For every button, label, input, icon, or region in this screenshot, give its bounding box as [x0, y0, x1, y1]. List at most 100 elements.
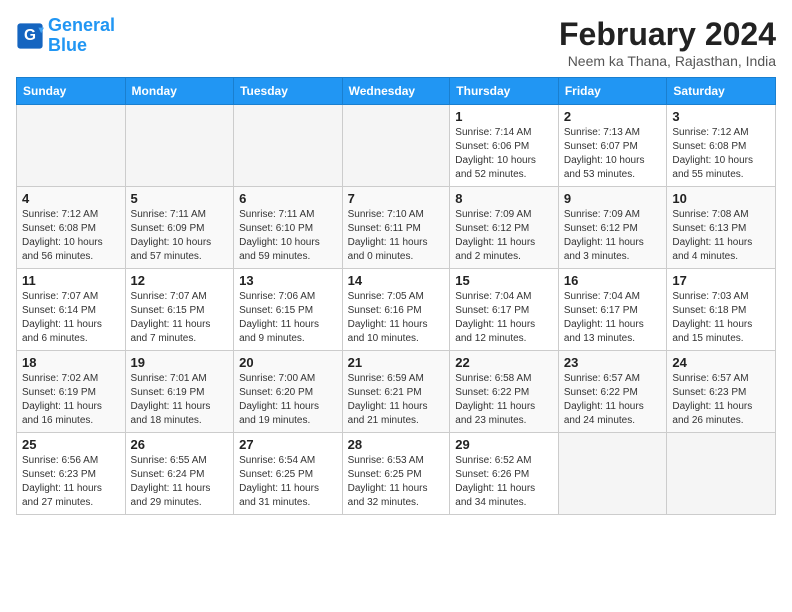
- day-info: Sunrise: 7:00 AM Sunset: 6:20 PM Dayligh…: [239, 372, 337, 428]
- day-number: 29: [455, 437, 553, 452]
- day-number: 24: [672, 355, 770, 370]
- header-day: Thursday: [450, 78, 559, 105]
- day-number: 7: [348, 191, 445, 206]
- logo: G General Blue: [16, 16, 115, 56]
- calendar-cell: [667, 433, 776, 515]
- day-number: 15: [455, 273, 553, 288]
- calendar-cell: 8 Sunrise: 7:09 AM Sunset: 6:12 PM Daylig…: [450, 187, 559, 269]
- header-day: Wednesday: [342, 78, 450, 105]
- calendar-week-row: 18 Sunrise: 7:02 AM Sunset: 6:19 PM Dayli…: [17, 351, 776, 433]
- day-number: 20: [239, 355, 337, 370]
- calendar-cell: 23Sunrise: 6:57 AM Sunset: 6:22 PM Dayli…: [558, 351, 667, 433]
- calendar-header: SundayMondayTuesdayWednesdayThursdayFrid…: [17, 78, 776, 105]
- day-info: Sunrise: 7:05 AM Sunset: 6:16 PM Dayligh…: [348, 290, 445, 346]
- day-number: 6: [239, 191, 337, 206]
- calendar-cell: 1 Sunrise: 7:14 AM Sunset: 6:06 PM Daylig…: [450, 105, 559, 187]
- day-info: Sunrise: 6:52 AM Sunset: 6:26 PM Dayligh…: [455, 454, 553, 510]
- day-number: 5: [131, 191, 229, 206]
- day-number: 10: [672, 191, 770, 206]
- day-info: Sunrise: 7:04 AM Sunset: 6:17 PM Dayligh…: [455, 290, 553, 346]
- day-number: 16: [564, 273, 662, 288]
- calendar-cell: 20 Sunrise: 7:00 AM Sunset: 6:20 PM Dayli…: [234, 351, 343, 433]
- day-number: 26: [131, 437, 229, 452]
- day-info: Sunrise: 7:06 AM Sunset: 6:15 PM Dayligh…: [239, 290, 337, 346]
- header-row: SundayMondayTuesdayWednesdayThursdayFrid…: [17, 78, 776, 105]
- calendar-cell: 7 Sunrise: 7:10 AM Sunset: 6:11 PM Daylig…: [342, 187, 450, 269]
- calendar-week-row: 25 Sunrise: 6:56 AM Sunset: 6:23 PM Dayli…: [17, 433, 776, 515]
- calendar-cell: [342, 105, 450, 187]
- header-day: Sunday: [17, 78, 126, 105]
- calendar-cell: 19 Sunrise: 7:01 AM Sunset: 6:19 PM Dayli…: [125, 351, 234, 433]
- day-info: Sunrise: 7:04 AM Sunset: 6:17 PM Dayligh…: [564, 290, 662, 346]
- day-number: 18: [22, 355, 120, 370]
- calendar-body: 1 Sunrise: 7:14 AM Sunset: 6:06 PM Daylig…: [17, 105, 776, 515]
- day-info: Sunrise: 7:03 AM Sunset: 6:18 PM Dayligh…: [672, 290, 770, 346]
- day-number: 4: [22, 191, 120, 206]
- calendar-cell: 11 Sunrise: 7:07 AM Sunset: 6:14 PM Dayli…: [17, 269, 126, 351]
- calendar-cell: 28Sunrise: 6:53 AM Sunset: 6:25 PM Dayli…: [342, 433, 450, 515]
- day-number: 27: [239, 437, 337, 452]
- calendar-cell: 15 Sunrise: 7:04 AM Sunset: 6:17 PM Dayli…: [450, 269, 559, 351]
- calendar-cell: 27 Sunrise: 6:54 AM Sunset: 6:25 PM Dayli…: [234, 433, 343, 515]
- page-header: G General Blue February 2024 Neem ka Tha…: [16, 16, 776, 69]
- day-number: 2: [564, 109, 662, 124]
- calendar-cell: [558, 433, 667, 515]
- calendar-cell: 13 Sunrise: 7:06 AM Sunset: 6:15 PM Dayli…: [234, 269, 343, 351]
- day-info: Sunrise: 7:11 AM Sunset: 6:10 PM Dayligh…: [239, 208, 337, 264]
- calendar-cell: 2 Sunrise: 7:13 AM Sunset: 6:07 PM Daylig…: [558, 105, 667, 187]
- svg-text:G: G: [24, 27, 36, 44]
- logo-text-line1: General: [48, 16, 115, 36]
- day-info: Sunrise: 7:12 AM Sunset: 6:08 PM Dayligh…: [672, 126, 770, 182]
- location-subtitle: Neem ka Thana, Rajasthan, India: [559, 53, 776, 69]
- day-number: 11: [22, 273, 120, 288]
- day-info: Sunrise: 7:01 AM Sunset: 6:19 PM Dayligh…: [131, 372, 229, 428]
- day-info: Sunrise: 6:55 AM Sunset: 6:24 PM Dayligh…: [131, 454, 229, 510]
- calendar-cell: 14 Sunrise: 7:05 AM Sunset: 6:16 PM Dayli…: [342, 269, 450, 351]
- day-info: Sunrise: 7:02 AM Sunset: 6:19 PM Dayligh…: [22, 372, 120, 428]
- day-number: 12: [131, 273, 229, 288]
- calendar-cell: 4 Sunrise: 7:12 AM Sunset: 6:08 PM Daylig…: [17, 187, 126, 269]
- day-info: Sunrise: 7:07 AM Sunset: 6:14 PM Dayligh…: [22, 290, 120, 346]
- day-number: 19: [131, 355, 229, 370]
- calendar-week-row: 4 Sunrise: 7:12 AM Sunset: 6:08 PM Daylig…: [17, 187, 776, 269]
- logo-text-line2: Blue: [48, 36, 115, 56]
- calendar-cell: [234, 105, 343, 187]
- calendar-cell: 22Sunrise: 6:58 AM Sunset: 6:22 PM Dayli…: [450, 351, 559, 433]
- day-number: 21: [348, 355, 445, 370]
- day-info: Sunrise: 7:10 AM Sunset: 6:11 PM Dayligh…: [348, 208, 445, 264]
- calendar-cell: 16 Sunrise: 7:04 AM Sunset: 6:17 PM Dayli…: [558, 269, 667, 351]
- logo-icon: G: [16, 22, 44, 50]
- calendar-cell: 24 Sunrise: 6:57 AM Sunset: 6:23 PM Dayli…: [667, 351, 776, 433]
- header-day: Tuesday: [234, 78, 343, 105]
- day-info: Sunrise: 7:12 AM Sunset: 6:08 PM Dayligh…: [22, 208, 120, 264]
- day-info: Sunrise: 6:56 AM Sunset: 6:23 PM Dayligh…: [22, 454, 120, 510]
- day-info: Sunrise: 6:54 AM Sunset: 6:25 PM Dayligh…: [239, 454, 337, 510]
- calendar-week-row: 11 Sunrise: 7:07 AM Sunset: 6:14 PM Dayli…: [17, 269, 776, 351]
- day-number: 13: [239, 273, 337, 288]
- day-number: 14: [348, 273, 445, 288]
- day-info: Sunrise: 7:07 AM Sunset: 6:15 PM Dayligh…: [131, 290, 229, 346]
- day-info: Sunrise: 6:59 AM Sunset: 6:21 PM Dayligh…: [348, 372, 445, 428]
- header-day: Monday: [125, 78, 234, 105]
- calendar-cell: 29 Sunrise: 6:52 AM Sunset: 6:26 PM Dayli…: [450, 433, 559, 515]
- day-info: Sunrise: 7:13 AM Sunset: 6:07 PM Dayligh…: [564, 126, 662, 182]
- calendar-table: SundayMondayTuesdayWednesdayThursdayFrid…: [16, 77, 776, 515]
- calendar-cell: 21 Sunrise: 6:59 AM Sunset: 6:21 PM Dayli…: [342, 351, 450, 433]
- calendar-cell: [17, 105, 126, 187]
- day-info: Sunrise: 7:14 AM Sunset: 6:06 PM Dayligh…: [455, 126, 553, 182]
- day-number: 9: [564, 191, 662, 206]
- day-number: 8: [455, 191, 553, 206]
- calendar-cell: 18 Sunrise: 7:02 AM Sunset: 6:19 PM Dayli…: [17, 351, 126, 433]
- month-title: February 2024: [559, 16, 776, 53]
- day-number: 25: [22, 437, 120, 452]
- calendar-cell: 25 Sunrise: 6:56 AM Sunset: 6:23 PM Dayli…: [17, 433, 126, 515]
- day-info: Sunrise: 6:57 AM Sunset: 6:22 PM Dayligh…: [564, 372, 662, 428]
- calendar-cell: 5Sunrise: 7:11 AM Sunset: 6:09 PM Daylig…: [125, 187, 234, 269]
- day-info: Sunrise: 7:09 AM Sunset: 6:12 PM Dayligh…: [564, 208, 662, 264]
- day-info: Sunrise: 7:09 AM Sunset: 6:12 PM Dayligh…: [455, 208, 553, 264]
- calendar-cell: 9 Sunrise: 7:09 AM Sunset: 6:12 PM Daylig…: [558, 187, 667, 269]
- calendar-cell: 26 Sunrise: 6:55 AM Sunset: 6:24 PM Dayli…: [125, 433, 234, 515]
- calendar-week-row: 1 Sunrise: 7:14 AM Sunset: 6:06 PM Daylig…: [17, 105, 776, 187]
- day-info: Sunrise: 6:57 AM Sunset: 6:23 PM Dayligh…: [672, 372, 770, 428]
- day-number: 1: [455, 109, 553, 124]
